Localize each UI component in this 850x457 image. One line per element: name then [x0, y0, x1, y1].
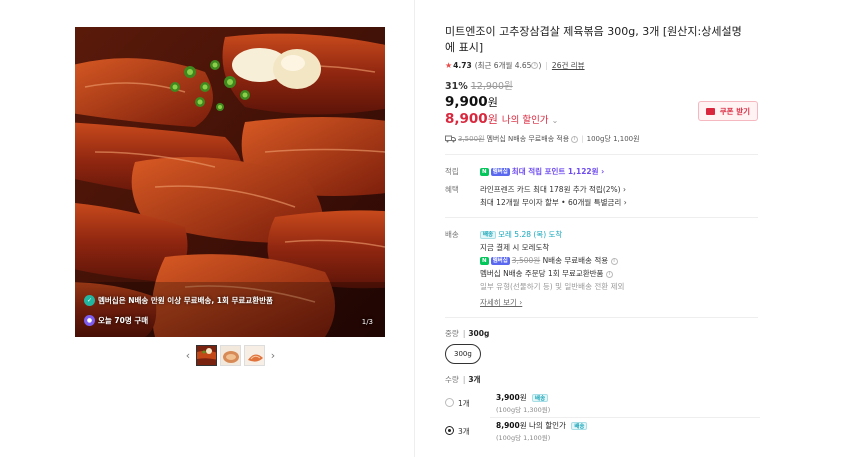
- thumbnail-image: [197, 346, 216, 365]
- chevron-down-icon: ⌄: [551, 116, 559, 125]
- star-icon: ★: [445, 61, 453, 70]
- delivery-details-link[interactable]: 자세히 보기 ›: [480, 296, 624, 309]
- discount-rate: 31%: [445, 81, 468, 92]
- thumbnail-image: [245, 346, 264, 365]
- quantity-label: 수량: [445, 375, 459, 384]
- divider: |: [545, 61, 548, 70]
- coupon-icon: [705, 107, 715, 115]
- benefits-section: 적립 N 멤버십 최대 적립 포인트 1,122원 › 혜택 라인프렌즈 카드 최대…: [445, 165, 760, 209]
- bag-icon: ●: [84, 315, 95, 326]
- option-unit-price: (100g당 1,300원): [496, 406, 551, 414]
- product-image-gallery[interactable]: ✓ 멤버십은 N배송 만원 이상 무료배송, 1회 무료교환반품 ● 오늘 70…: [75, 27, 385, 337]
- truck-icon: [445, 135, 456, 143]
- delivery-section: 배송 배송 모레 5.28 (목) 도착 지금 결제 시 모레도착 N 멤버십 3,5…: [445, 228, 760, 309]
- membership-promo-badge: ✓ 멤버십은 N배송 만원 이상 무료배송, 1회 무료교환반품: [84, 295, 273, 306]
- weight-label: 중량: [445, 329, 459, 338]
- delivery-date: 모레 5.28 (목) 도착: [498, 230, 563, 239]
- option-name: 3개: [458, 427, 470, 436]
- thumb-next-icon[interactable]: ›: [268, 346, 278, 366]
- weight-option: 중량 | 300g 300g: [445, 328, 760, 364]
- option-price: 8,900: [496, 421, 520, 430]
- sale-price-unit: 원: [487, 96, 498, 109]
- delivery-line-4: 일부 유형(선물하기 등) 및 일반배송 전환 제외: [480, 282, 625, 291]
- npay-chip: 멤버십: [490, 168, 510, 176]
- info-icon[interactable]: i: [610, 257, 618, 265]
- delivery-line-2: N배송 무료배송 적용: [542, 256, 609, 265]
- radio-button[interactable]: [445, 398, 454, 407]
- rating-row: ★ 4.73 (최근 6개월 4.65 i ) | 26건 리뷰: [445, 60, 760, 71]
- option-divider: [490, 417, 760, 418]
- quantity-option-1[interactable]: 1개 3,900원 배송 (100g당 1,300원): [445, 392, 760, 414]
- divider: |: [581, 135, 584, 143]
- product-title: 미트엔조이 고추장삼겹살 제육볶음 300g, 3개 [원산지:상세설명에 표시…: [445, 25, 742, 54]
- shipping-original-fee: 3,500원: [458, 135, 485, 143]
- option-unit-price: (100g당 1,100원): [496, 434, 551, 442]
- thumbnail-image: [221, 346, 240, 365]
- weight-value: 300g: [468, 329, 490, 338]
- purchase-count-badge: ● 오늘 70명 구매: [84, 315, 148, 326]
- section-divider: [445, 217, 758, 218]
- delivery-line-1: 지금 결제 시 모레도착: [480, 243, 550, 252]
- option-price-unit: 원: [519, 393, 527, 402]
- membership-promo-text: 멤버십은 N배송 만원 이상 무료배송, 1회 무료교환반품: [98, 296, 273, 305]
- npay-n-chip: N: [480, 168, 489, 176]
- purchase-count-text: 오늘 70명 구매: [98, 316, 149, 325]
- discount-row: 31% 12,900원: [445, 78, 760, 92]
- unit-price: 100g당 1,100원: [586, 135, 640, 143]
- npay-chip: 멤버십: [490, 257, 510, 265]
- benefit-row: 혜택 라인프렌즈 카드 최대 178원 추가 적립(2%) › 최대 12개월 …: [445, 183, 760, 209]
- info-icon[interactable]: i: [531, 62, 539, 69]
- quantity-option: 수량 | 3개 1개 3,900원 배송 (100g당 1,300원) 3개 8…: [445, 374, 760, 442]
- quantity-option-3[interactable]: 3개 8,900원 나의 할인가 배송 (100g당 1,100원): [445, 420, 760, 442]
- card-benefit-link[interactable]: 라인프렌즈 카드 최대 178원 추가 적립(2%) ›: [480, 183, 627, 196]
- delivery-chip: 배송: [571, 422, 588, 430]
- installment-benefit-link[interactable]: 최대 12개월 무이자 할부 • 60개월 특별금리 ›: [480, 196, 627, 209]
- points-text: 최대 적립 포인트 1,122원 ›: [511, 167, 605, 176]
- product-image: [75, 27, 385, 337]
- delivery-label: 배송: [445, 230, 459, 239]
- rating-detail-close: ): [538, 61, 542, 70]
- npay-n-chip: N: [480, 257, 489, 265]
- info-icon[interactable]: i: [571, 135, 579, 143]
- points-label: 적립: [445, 167, 459, 176]
- shipping-summary: 3,500원 멤버십 N배송 무료배송 적용 i | 100g당 1,100원: [445, 134, 760, 144]
- section-divider: [445, 317, 758, 318]
- thumbnail-3[interactable]: [244, 345, 265, 366]
- original-price: 12,900원: [470, 81, 513, 92]
- weight-option-button[interactable]: 300g: [445, 344, 481, 364]
- rating-detail: (최근 6개월 4.65: [474, 61, 532, 70]
- membership-icon: ✓: [84, 295, 95, 306]
- image-counter: 1/3: [361, 318, 373, 326]
- delivery-line-3: 멤버십 N배송 주문당 1회 무료교환반품: [480, 269, 604, 278]
- radio-button-selected[interactable]: [445, 426, 454, 435]
- delivery-chip: 배송: [532, 394, 549, 402]
- my-price-label: 나의 할인가: [501, 115, 549, 126]
- option-price: 3,900: [496, 393, 520, 402]
- coupon-label: 쿠폰 받기: [719, 106, 750, 116]
- my-price-value: 8,900: [445, 111, 488, 127]
- option-discount-label: 나의 할인가: [529, 421, 566, 430]
- review-count-link[interactable]: 26건 리뷰: [552, 60, 585, 71]
- thumb-prev-icon[interactable]: ‹: [183, 346, 193, 366]
- delivery-chip: 배송: [480, 231, 497, 239]
- points-row[interactable]: 적립 N 멤버십 최대 적립 포인트 1,122원 ›: [445, 165, 760, 178]
- my-price-unit: 원: [487, 113, 498, 126]
- thumbnail-1[interactable]: [196, 345, 217, 366]
- shipping-text: 멤버십 N배송 무료배송 적용: [486, 135, 570, 143]
- delivery-struck-fee: 3,500원: [511, 256, 541, 265]
- thumbnail-2[interactable]: [220, 345, 241, 366]
- sale-price-value: 9,900: [445, 94, 488, 110]
- coupon-button[interactable]: 쿠폰 받기: [697, 101, 758, 121]
- rating-score: 4.73: [453, 61, 472, 70]
- thumbnail-strip: ‹ ›: [183, 345, 278, 366]
- info-icon[interactable]: i: [605, 270, 613, 278]
- product-info-panel: 미트엔조이 고추장삼겹살 제육볶음 300g, 3개 [원산지:상세설명에 표시…: [445, 24, 760, 442]
- benefit-label: 혜택: [445, 185, 459, 194]
- quantity-value: 3개: [468, 375, 481, 384]
- option-price-unit: 원: [519, 421, 527, 430]
- page-divider: [414, 0, 415, 457]
- option-name: 1개: [458, 399, 470, 408]
- section-divider: [445, 154, 758, 155]
